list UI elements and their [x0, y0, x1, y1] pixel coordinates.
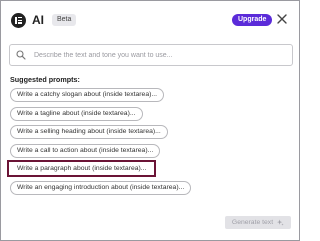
app-title: AI — [32, 13, 44, 27]
search-icon — [16, 50, 26, 60]
search-box[interactable] — [9, 44, 293, 66]
generate-text-button[interactable]: Generate text — [225, 216, 291, 229]
search-input[interactable] — [32, 50, 292, 60]
upgrade-button[interactable]: Upgrade — [232, 14, 273, 26]
dialog-header: AI Beta — [11, 12, 77, 28]
prompt-call-to-action[interactable]: Write a call to action about (inside tex… — [10, 144, 161, 158]
suggested-prompts-title: Suggested prompts: — [10, 75, 80, 84]
generate-text-label: Generate text — [231, 219, 274, 226]
sparkle-icon — [277, 219, 284, 226]
prompt-paragraph[interactable]: Write a paragraph about (inside textarea… — [7, 160, 157, 177]
ai-dialog: AI Beta Upgrade Suggested prompts: Write… — [0, 0, 300, 241]
prompt-engaging-introduction[interactable]: Write an engaging introduction about (in… — [10, 181, 192, 195]
prompt-catchy-slogan[interactable]: Write a catchy slogan about (inside text… — [10, 88, 165, 102]
close-icon[interactable] — [276, 13, 288, 25]
beta-badge: Beta — [52, 14, 77, 26]
prompt-selling-heading[interactable]: Write a selling heading about (inside te… — [10, 125, 168, 139]
prompt-tagline[interactable]: Write a tagline about (inside textarea).… — [10, 107, 143, 121]
elementor-logo-icon — [11, 12, 26, 28]
